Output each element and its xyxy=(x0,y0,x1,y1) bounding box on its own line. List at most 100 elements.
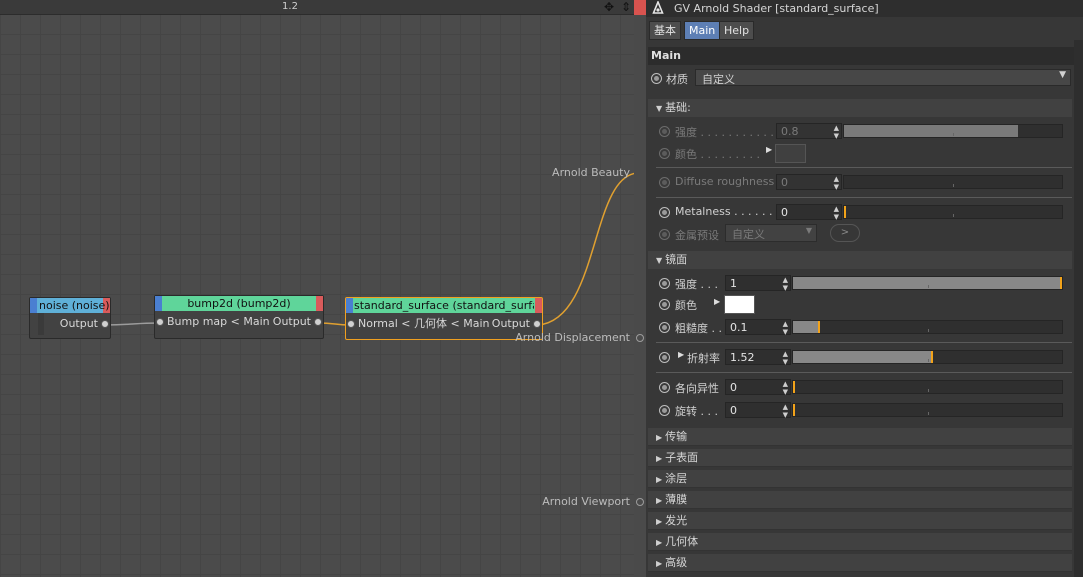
expand-triangle-icon[interactable]: ▶ xyxy=(714,297,720,306)
material-value: 自定义 xyxy=(702,73,735,86)
slider-handle[interactable] xyxy=(1060,277,1062,289)
attribute-panel: GV Arnold Shader [standard_surface] 基本 M… xyxy=(646,0,1083,577)
metal-preset-anim-toggle[interactable] xyxy=(659,229,670,240)
panel-close-tab[interactable] xyxy=(634,0,646,15)
node-port-row: Output xyxy=(30,313,110,335)
stepper-icon: ▲ ▼ xyxy=(833,175,839,191)
node-title: noise (noise) xyxy=(39,299,110,312)
anisotropy-slider[interactable] xyxy=(792,380,1063,394)
slider-handle[interactable] xyxy=(844,206,846,218)
material-dropdown[interactable]: 自定义 ▼ xyxy=(695,69,1071,86)
metalness-anim-toggle[interactable] xyxy=(659,207,670,218)
anisotropy-label: 各向异性 xyxy=(675,382,719,395)
ior-value: 1.52 xyxy=(730,351,755,364)
base-strength-slider[interactable] xyxy=(843,124,1063,138)
node-header: noise (noise) xyxy=(30,298,110,313)
node-title: standard_surface (standard_surface xyxy=(354,299,534,312)
base-color-label: 颜色 . . . . . . . . . xyxy=(675,148,760,161)
section-geometry[interactable]: ▶ 几何体 xyxy=(648,533,1072,551)
stepper-icon: ▲ ▼ xyxy=(782,380,788,396)
specular-color-anim-toggle[interactable] xyxy=(659,299,670,310)
material-anim-toggle[interactable] xyxy=(651,73,662,84)
rotation-slider[interactable] xyxy=(792,403,1063,417)
anisotropy-field[interactable]: 0 ▲ ▼ xyxy=(725,379,791,396)
panel-header: GV Arnold Shader [standard_surface] xyxy=(646,0,1083,17)
rotation-field[interactable]: 0 ▲ ▼ xyxy=(725,402,791,419)
input-port[interactable] xyxy=(347,320,355,328)
chevron-down-icon: ▼ xyxy=(805,226,812,235)
section-label: 子表面 xyxy=(665,451,699,464)
slider-handle[interactable] xyxy=(817,321,820,333)
section-label: 高级 xyxy=(665,556,688,569)
anisotropy-anim-toggle[interactable] xyxy=(659,382,670,393)
base-color-anim-toggle[interactable] xyxy=(659,148,670,159)
ior-field[interactable]: 1.52 ▲ ▼ xyxy=(725,349,791,366)
section-advanced[interactable]: ▶ 高级 xyxy=(648,554,1072,572)
node-header: bump2d (bump2d) xyxy=(155,296,323,311)
panel-scrollbar[interactable] xyxy=(1074,40,1083,577)
anisotropy-value: 0 xyxy=(730,381,737,394)
tab-help[interactable]: Help xyxy=(719,21,755,40)
strength-anim-toggle[interactable] xyxy=(659,126,670,137)
output-port[interactable] xyxy=(533,320,541,328)
ior-slider[interactable] xyxy=(792,350,1063,364)
ior-anim-toggle[interactable] xyxy=(659,352,670,363)
node-title: bump2d (bump2d) xyxy=(187,297,291,310)
output-port[interactable] xyxy=(101,320,109,328)
output-port[interactable] xyxy=(314,318,322,326)
collapsed-triangle-icon: ▶ xyxy=(656,538,663,547)
specular-roughness-anim-toggle[interactable] xyxy=(659,322,670,333)
stepper-icon: ▲ ▼ xyxy=(782,403,788,419)
slider-handle[interactable] xyxy=(930,351,933,363)
diffuse-roughness-slider[interactable] xyxy=(843,175,1063,189)
section-transmission[interactable]: ▶ 传输 xyxy=(648,428,1072,446)
standard-surface-node[interactable]: standard_surface (standard_surface Norma… xyxy=(345,297,543,340)
slider-handle[interactable] xyxy=(793,404,795,416)
bump2d-node[interactable]: bump2d (bump2d) Bump map < Main Output xyxy=(154,295,324,339)
specular-roughness-field[interactable]: 0.1 ▲ ▼ xyxy=(725,319,791,336)
expand-triangle-icon[interactable]: ▶ xyxy=(766,145,772,154)
specular-strength-field[interactable]: 1 ▲ ▼ xyxy=(725,275,791,292)
arnold-viewport-port[interactable] xyxy=(636,498,644,506)
divider xyxy=(656,372,1072,373)
specular-color-swatch[interactable] xyxy=(724,295,755,314)
metalness-field[interactable]: 0 ▲ ▼ xyxy=(776,204,842,221)
slider-handle[interactable] xyxy=(793,381,795,393)
divider xyxy=(656,342,1072,343)
input-port[interactable] xyxy=(156,318,164,326)
node-port-row: Bump map < Main Output xyxy=(155,311,323,333)
ior-label: 折射率 xyxy=(687,352,720,365)
specular-section-header[interactable]: ▼ 镜面 xyxy=(648,251,1072,269)
expand-triangle-icon[interactable]: ▶ xyxy=(678,350,684,359)
collapsed-triangle-icon: ▶ xyxy=(656,517,663,526)
metal-preset-apply-button[interactable]: > xyxy=(830,224,860,242)
diffuse-roughness-field[interactable]: 0 ▲ ▼ xyxy=(776,174,842,191)
specular-strength-label: 强度 . . . xyxy=(675,278,718,291)
specular-strength-anim-toggle[interactable] xyxy=(659,278,670,289)
specular-strength-slider[interactable] xyxy=(792,276,1063,290)
diffuse-roughness-anim-toggle[interactable] xyxy=(659,177,670,188)
specular-section-label: 镜面 xyxy=(665,253,688,266)
noise-node[interactable]: noise (noise) Output xyxy=(29,297,111,339)
section-subsurface[interactable]: ▶ 子表面 xyxy=(648,449,1072,467)
specular-roughness-slider[interactable] xyxy=(792,320,1063,334)
section-thin-film[interactable]: ▶ 薄膜 xyxy=(648,491,1072,509)
tab-main[interactable]: Main xyxy=(684,21,721,40)
connection-wires xyxy=(105,173,634,326)
node-editor[interactable]: 1.2 ✥ ⇕ noise (noise) Output bump2d (bum… xyxy=(0,0,634,577)
tab-basic[interactable]: 基本 xyxy=(649,21,681,40)
rotation-anim-toggle[interactable] xyxy=(659,405,670,416)
section-title: Main xyxy=(648,47,1076,65)
base-section-header[interactable]: ▼ 基础: xyxy=(648,99,1072,117)
section-coat[interactable]: ▶ 涂层 xyxy=(648,470,1072,488)
metalness-value: 0 xyxy=(781,206,788,219)
base-strength-field[interactable]: 0.8 ▲ ▼ xyxy=(776,123,842,140)
section-emission[interactable]: ▶ 发光 xyxy=(648,512,1072,530)
arnold-displacement-port[interactable] xyxy=(636,334,644,342)
metalness-slider[interactable] xyxy=(843,205,1063,219)
slider-fill xyxy=(793,351,933,363)
base-color-swatch[interactable] xyxy=(775,144,806,163)
section-label: 薄膜 xyxy=(665,493,688,506)
metal-preset-dropdown[interactable]: 自定义 ▼ xyxy=(725,224,817,242)
collapsed-triangle-icon: ▶ xyxy=(656,559,663,568)
